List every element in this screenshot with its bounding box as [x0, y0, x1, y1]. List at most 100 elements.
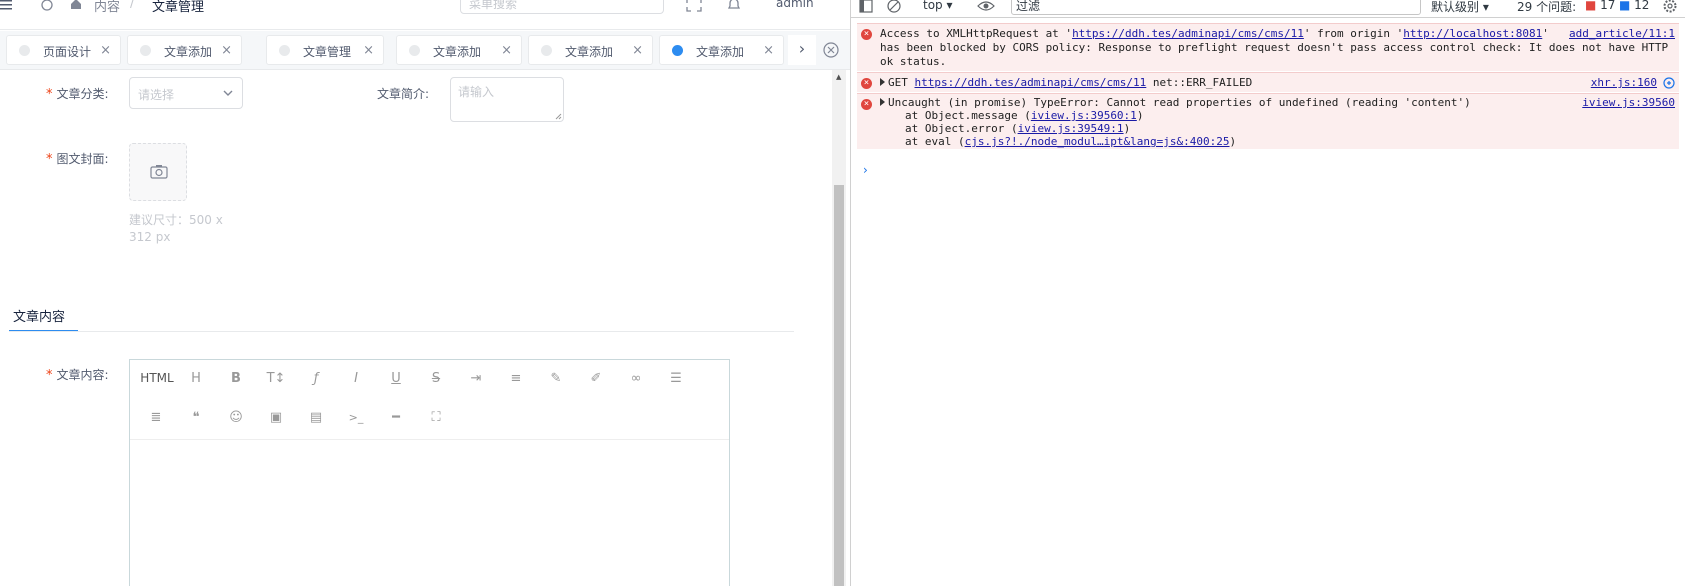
resize-handle-icon[interactable]	[554, 112, 562, 120]
error-text[interactable]: Uncaught (in promise) TypeError: Cannot …	[880, 96, 1471, 109]
category-select[interactable]: 请选择	[129, 77, 243, 109]
tab-article-manage[interactable]: 文章管理 ×	[266, 35, 384, 65]
filter-input[interactable]: 过滤	[1011, 0, 1421, 15]
expand-triangle-icon[interactable]	[880, 98, 885, 106]
devtools-panel: top ▾ 过滤 默认级别 ▾ 29 个问题: ■ 17 ■ 12 × Acce…	[850, 0, 1685, 586]
sidebar-toggle-icon[interactable]	[859, 0, 873, 13]
video-icon[interactable]: ▤	[306, 407, 326, 427]
close-icon[interactable]: ×	[221, 43, 232, 58]
editor-fullscreen-icon[interactable]: ⛶	[426, 407, 446, 427]
underline-icon[interactable]: U	[386, 368, 406, 388]
stack-frame: at eval (cjs.js?!./node_modul…ipt&lang=j…	[905, 135, 1237, 148]
settings-gear-icon[interactable]	[1663, 0, 1677, 13]
error-count[interactable]: ■ 17	[1585, 0, 1615, 12]
tab-status-dot	[409, 45, 420, 56]
eye-icon[interactable]	[977, 0, 995, 13]
close-icon[interactable]: ×	[501, 43, 512, 58]
image-icon[interactable]: ▣	[266, 407, 286, 427]
tab-article-add-1[interactable]: 文章添加 ×	[127, 35, 242, 65]
tab-status-dot	[279, 45, 290, 56]
tab-article-content[interactable]: 文章内容	[9, 298, 78, 332]
issues-count[interactable]: 29 个问题:	[1517, 0, 1576, 15]
editor-text-area[interactable]	[130, 440, 729, 586]
cover-size-hint: 建议尺寸：500 x 312 px	[129, 213, 223, 244]
html-button[interactable]: HTML	[140, 368, 174, 388]
italic-icon[interactable]: I	[346, 368, 366, 388]
console-error-typeerror: × Uncaught (in promise) TypeError: Canno…	[857, 93, 1679, 149]
fullscreen-icon[interactable]	[686, 0, 702, 12]
vertical-scrollbar[interactable]: ▲	[832, 70, 846, 586]
stack-link[interactable]: iview.js:39560:1	[1031, 109, 1137, 122]
info-count[interactable]: ■ 12	[1619, 0, 1649, 12]
source-link[interactable]: add_article/11:1	[1569, 27, 1675, 40]
tab-page-design[interactable]: 页面设计 ×	[6, 35, 121, 65]
tab-status-dot	[672, 45, 683, 56]
close-all-tabs-icon[interactable]	[822, 41, 840, 59]
font-family-icon[interactable]: ƒ	[306, 368, 326, 388]
scroll-up-arrow-icon[interactable]: ▲	[836, 73, 841, 81]
bell-icon[interactable]	[726, 0, 742, 12]
tab-label: 文章管理	[303, 45, 352, 59]
content-label: * 文章内容:	[46, 368, 109, 383]
category-label: * 文章分类:	[46, 87, 109, 102]
scrollbar-thumb[interactable]	[834, 185, 844, 586]
menu-icon[interactable]	[0, 0, 14, 12]
console-prompt[interactable]: ›	[863, 163, 868, 177]
app-header: 内容 / 文章管理 菜单搜索 admin	[0, 0, 850, 30]
close-icon[interactable]: ×	[363, 43, 374, 58]
request-url-link[interactable]: https://ddh.tes/adminapi/cms/cms/11	[915, 76, 1147, 89]
tab-article-add-2[interactable]: 文章添加 ×	[396, 35, 522, 65]
fore-color-icon[interactable]: ✎	[546, 368, 566, 388]
code-icon[interactable]: >_	[346, 407, 366, 427]
stack-link[interactable]: iview.js:39549:1	[1018, 122, 1124, 135]
log-levels-dropdown[interactable]: 默认级别 ▾	[1431, 0, 1489, 15]
request-url-link[interactable]: https://ddh.tes/adminapi/cms/cms/11	[1072, 27, 1304, 40]
summary-textarea[interactable]: 请输入	[450, 77, 564, 122]
indent-icon[interactable]: ⇥	[466, 368, 486, 388]
form-content: * 文章分类: 请选择 文章简介: 请输入 * 图文封面: 建议尺寸：500 x 3…	[0, 70, 835, 586]
strikethrough-icon[interactable]: S	[426, 368, 446, 388]
list-icon[interactable]: ☰	[666, 368, 686, 388]
line-height-icon[interactable]: ≡	[506, 368, 526, 388]
cover-upload[interactable]	[129, 143, 187, 201]
source-link[interactable]: iview.js:39560	[1582, 96, 1675, 109]
close-icon[interactable]: ×	[632, 43, 643, 58]
network-request-icon[interactable]	[1663, 77, 1675, 89]
splitline-icon[interactable]: ━	[386, 407, 406, 427]
error-text[interactable]: GET https://ddh.tes/adminapi/cms/cms/11 …	[880, 76, 1252, 89]
stack-link[interactable]: cjs.js?!./node_modul…ipt&lang=js&:400:25	[965, 135, 1230, 148]
close-icon[interactable]: ×	[763, 43, 774, 58]
emoticon-icon[interactable]: ☺	[226, 407, 246, 427]
tabs-next-button[interactable]: ›	[788, 35, 816, 65]
error-text-line3: ok status.	[880, 55, 947, 68]
quote-icon[interactable]: ❝	[186, 407, 206, 427]
bold-icon[interactable]: B	[226, 368, 246, 388]
heading-icon[interactable]: H	[186, 368, 206, 388]
link-icon[interactable]: ∞	[626, 368, 646, 388]
required-mark: *	[46, 87, 53, 102]
justify-icon[interactable]: ≣	[146, 407, 166, 427]
error-icon: ×	[861, 99, 872, 110]
clear-console-icon[interactable]	[887, 0, 901, 13]
console-error-get: × GET https://ddh.tes/adminapi/cms/cms/1…	[857, 72, 1679, 92]
user-menu[interactable]: admin	[776, 0, 814, 10]
source-link[interactable]: xhr.js:160	[1591, 76, 1657, 89]
menu-search-input[interactable]: 菜单搜索	[460, 0, 664, 14]
origin-link[interactable]: http://localhost:8081	[1403, 27, 1542, 40]
breadcrumb-home[interactable]: 内容	[94, 0, 120, 15]
tab-label: 文章添加	[696, 45, 745, 59]
tab-article-add-3[interactable]: 文章添加 ×	[528, 35, 653, 65]
category-placeholder: 请选择	[138, 88, 175, 102]
stack-frame: at Object.message (iview.js:39560:1)	[905, 109, 1144, 122]
expand-triangle-icon[interactable]	[880, 78, 885, 86]
breadcrumb-current: 文章管理	[152, 0, 205, 15]
refresh-icon[interactable]	[40, 0, 54, 12]
font-size-icon[interactable]: T↕	[266, 368, 286, 388]
close-icon[interactable]: ×	[100, 43, 111, 58]
context-selector[interactable]: top ▾	[923, 0, 953, 12]
tab-status-dot	[541, 45, 552, 56]
back-color-icon[interactable]: ✐	[586, 368, 606, 388]
tab-label: 页面设计	[43, 45, 92, 59]
tab-article-add-active[interactable]: 文章添加 ×	[659, 35, 784, 65]
tabs-bar: 页面设计 × 文章添加 × 文章管理 × 文章添加 × 文章添加 × 文章添加 …	[0, 31, 850, 70]
